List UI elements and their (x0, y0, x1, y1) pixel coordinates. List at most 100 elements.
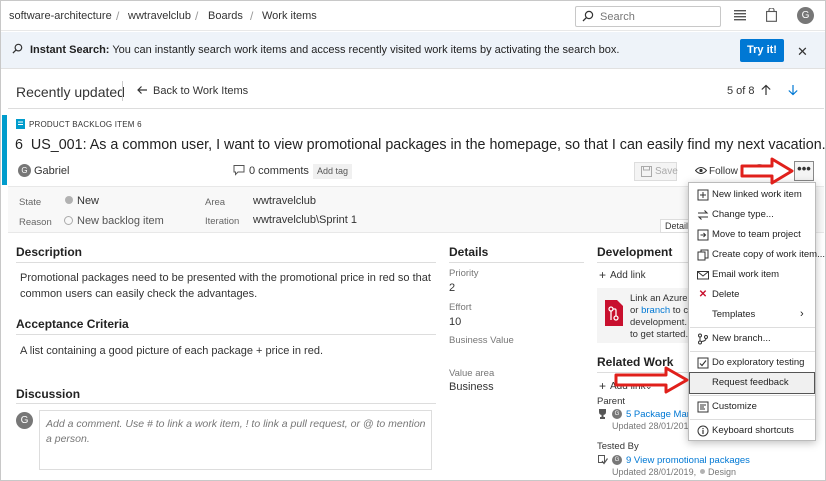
close-icon[interactable]: ✕ (797, 44, 808, 60)
back-arrow-icon[interactable] (136, 84, 148, 96)
work-item-title[interactable]: 6 US_001: As a common user, I want to vi… (15, 137, 826, 153)
tested-by-work-item-text[interactable]: 9 View promotional packages (626, 455, 750, 466)
more-actions-button[interactable]: ••• (794, 161, 814, 181)
recently-updated-dropdown[interactable]: Recently updated (16, 84, 125, 100)
menu-item-keyboard-shortcuts[interactable]: Keyboard shortcuts (690, 421, 814, 441)
plus-icon: + (599, 379, 607, 393)
try-it-button[interactable]: Try it! (740, 39, 784, 62)
area-field[interactable]: wwtravelclub (253, 195, 316, 207)
menu-item-email-work-item[interactable]: Email work item (690, 265, 814, 285)
divider (122, 81, 123, 101)
add-tag-button[interactable]: Add tag (313, 164, 353, 179)
annotation-arrow-request-feedback (614, 366, 690, 394)
back-to-work-items-link[interactable]: Back to Work Items (153, 85, 248, 97)
exploratory-icon (697, 357, 709, 369)
banner-message: Instant Search: You can instantly search… (30, 44, 619, 56)
state-field[interactable]: New (77, 195, 99, 207)
business-value-label: Business Value (449, 335, 514, 346)
comment-icon (233, 164, 245, 176)
commenter-avatar: G (16, 412, 33, 429)
email-icon (697, 269, 709, 281)
tested-by-work-item-link[interactable]: 9 View promotional packages (626, 455, 750, 466)
menu-item-request-feedback[interactable]: Request feedback (689, 372, 815, 394)
menu-item-customize[interactable]: Customize (690, 397, 814, 417)
menu-item-change-type[interactable]: Change type... (690, 205, 814, 225)
search-icon (582, 10, 594, 22)
menu-separator (690, 327, 815, 328)
breadcrumb-work-items[interactable]: Work items (262, 10, 317, 22)
priority-field[interactable]: 2 (449, 282, 455, 294)
tested-updated: Updated 28/01/2019, (612, 467, 697, 477)
menu-item-create-copy[interactable]: Create copy of work item... (690, 245, 825, 265)
divider (449, 262, 584, 263)
parent-updated: Updated 28/01/2019, (612, 421, 697, 431)
menu-item-templates[interactable]: Templates › (690, 305, 814, 325)
description-heading: Description (16, 245, 83, 259)
follow-button[interactable]: Follow (709, 166, 738, 177)
previous-arrow-icon[interactable] (760, 84, 772, 96)
iteration-field[interactable]: wwtravelclub\Sprint 1 (253, 214, 357, 226)
menu-item-move-to-team-project[interactable]: Move to team project (690, 225, 814, 245)
comments-count[interactable]: 0 comments (249, 165, 309, 177)
reason-icon (64, 216, 73, 225)
user-avatar[interactable]: G (797, 7, 814, 24)
parent-assignee-avatar: G (612, 409, 622, 419)
state-label: State (19, 197, 42, 208)
create-branch-link[interactable]: branch (641, 305, 670, 316)
breadcrumb-project[interactable]: software-architecture (9, 10, 112, 22)
effort-field[interactable]: 10 (449, 316, 461, 328)
value-area-field[interactable]: Business (449, 381, 494, 393)
reason-label: Reason (19, 217, 52, 228)
breadcrumb-separator: / (250, 9, 254, 23)
search-placeholder: Search (600, 11, 635, 23)
branch-icon (697, 333, 709, 345)
menu-item-label: Delete (712, 289, 740, 300)
description-field[interactable]: Promotional packages need to be presente… (20, 270, 440, 302)
delete-icon: ✕ (698, 289, 708, 300)
divider (16, 403, 436, 404)
acceptance-criteria-field[interactable]: A list containing a good picture of each… (20, 343, 440, 359)
development-add-link[interactable]: Add link (610, 270, 646, 281)
save-button[interactable]: Save (634, 162, 678, 181)
copy-icon (697, 249, 709, 261)
settings-list-icon[interactable] (734, 10, 746, 21)
work-item-title-text[interactable]: US_001: As a common user, I want to view… (31, 137, 826, 153)
breadcrumb-team[interactable]: wwtravelclub (128, 10, 191, 22)
search-input[interactable]: Search (575, 6, 721, 27)
development-info-card: Link an Azure R or branch to create deve… (597, 288, 710, 343)
top-nav: software-architecture / wwtravelclub / B… (1, 1, 825, 31)
divider (16, 262, 436, 263)
pager-count: 5 of 8 (727, 85, 755, 97)
assigned-to-field[interactable]: Gabriel (34, 165, 69, 177)
breadcrumb-boards[interactable]: Boards (208, 10, 243, 22)
menu-item-label: Change type... (712, 209, 774, 220)
comment-input[interactable]: Add a comment. Use # to link a work item… (39, 410, 432, 470)
menu-separator (690, 351, 815, 352)
breadcrumb-separator: / (195, 9, 199, 23)
menu-item-exploratory-testing[interactable]: Do exploratory testing (690, 353, 814, 373)
shopping-bag-icon[interactable] (766, 8, 777, 22)
assignee-avatar: G (18, 164, 31, 177)
menu-item-new-branch[interactable]: New branch... (690, 329, 814, 349)
test-case-icon (598, 455, 608, 465)
move-icon (697, 229, 709, 241)
comment-placeholder: Add a comment. Use # to link a work item… (46, 418, 426, 445)
menu-item-label: Create copy of work item... (712, 249, 825, 260)
banner-title: Instant Search: (30, 44, 110, 56)
trophy-icon (598, 409, 607, 419)
menu-item-label: New linked work item (712, 189, 802, 200)
save-label: Save (655, 166, 678, 177)
next-arrow-icon[interactable] (787, 84, 799, 96)
work-item-type-bar (2, 115, 7, 185)
work-item-type-label: PRODUCT BACKLOG ITEM 6 (29, 120, 142, 129)
save-icon (641, 166, 652, 177)
divider (16, 334, 436, 335)
plus-icon: + (599, 268, 607, 282)
tested-state: Design (708, 467, 737, 477)
tested-by-label: Tested By (597, 441, 639, 452)
parent-label: Parent (597, 396, 625, 407)
development-heading: Development (597, 245, 673, 259)
menu-item-delete[interactable]: ✕ Delete (690, 285, 814, 305)
reason-field[interactable]: New backlog item (77, 215, 164, 227)
menu-item-new-linked-work-item[interactable]: New linked work item (690, 185, 814, 205)
